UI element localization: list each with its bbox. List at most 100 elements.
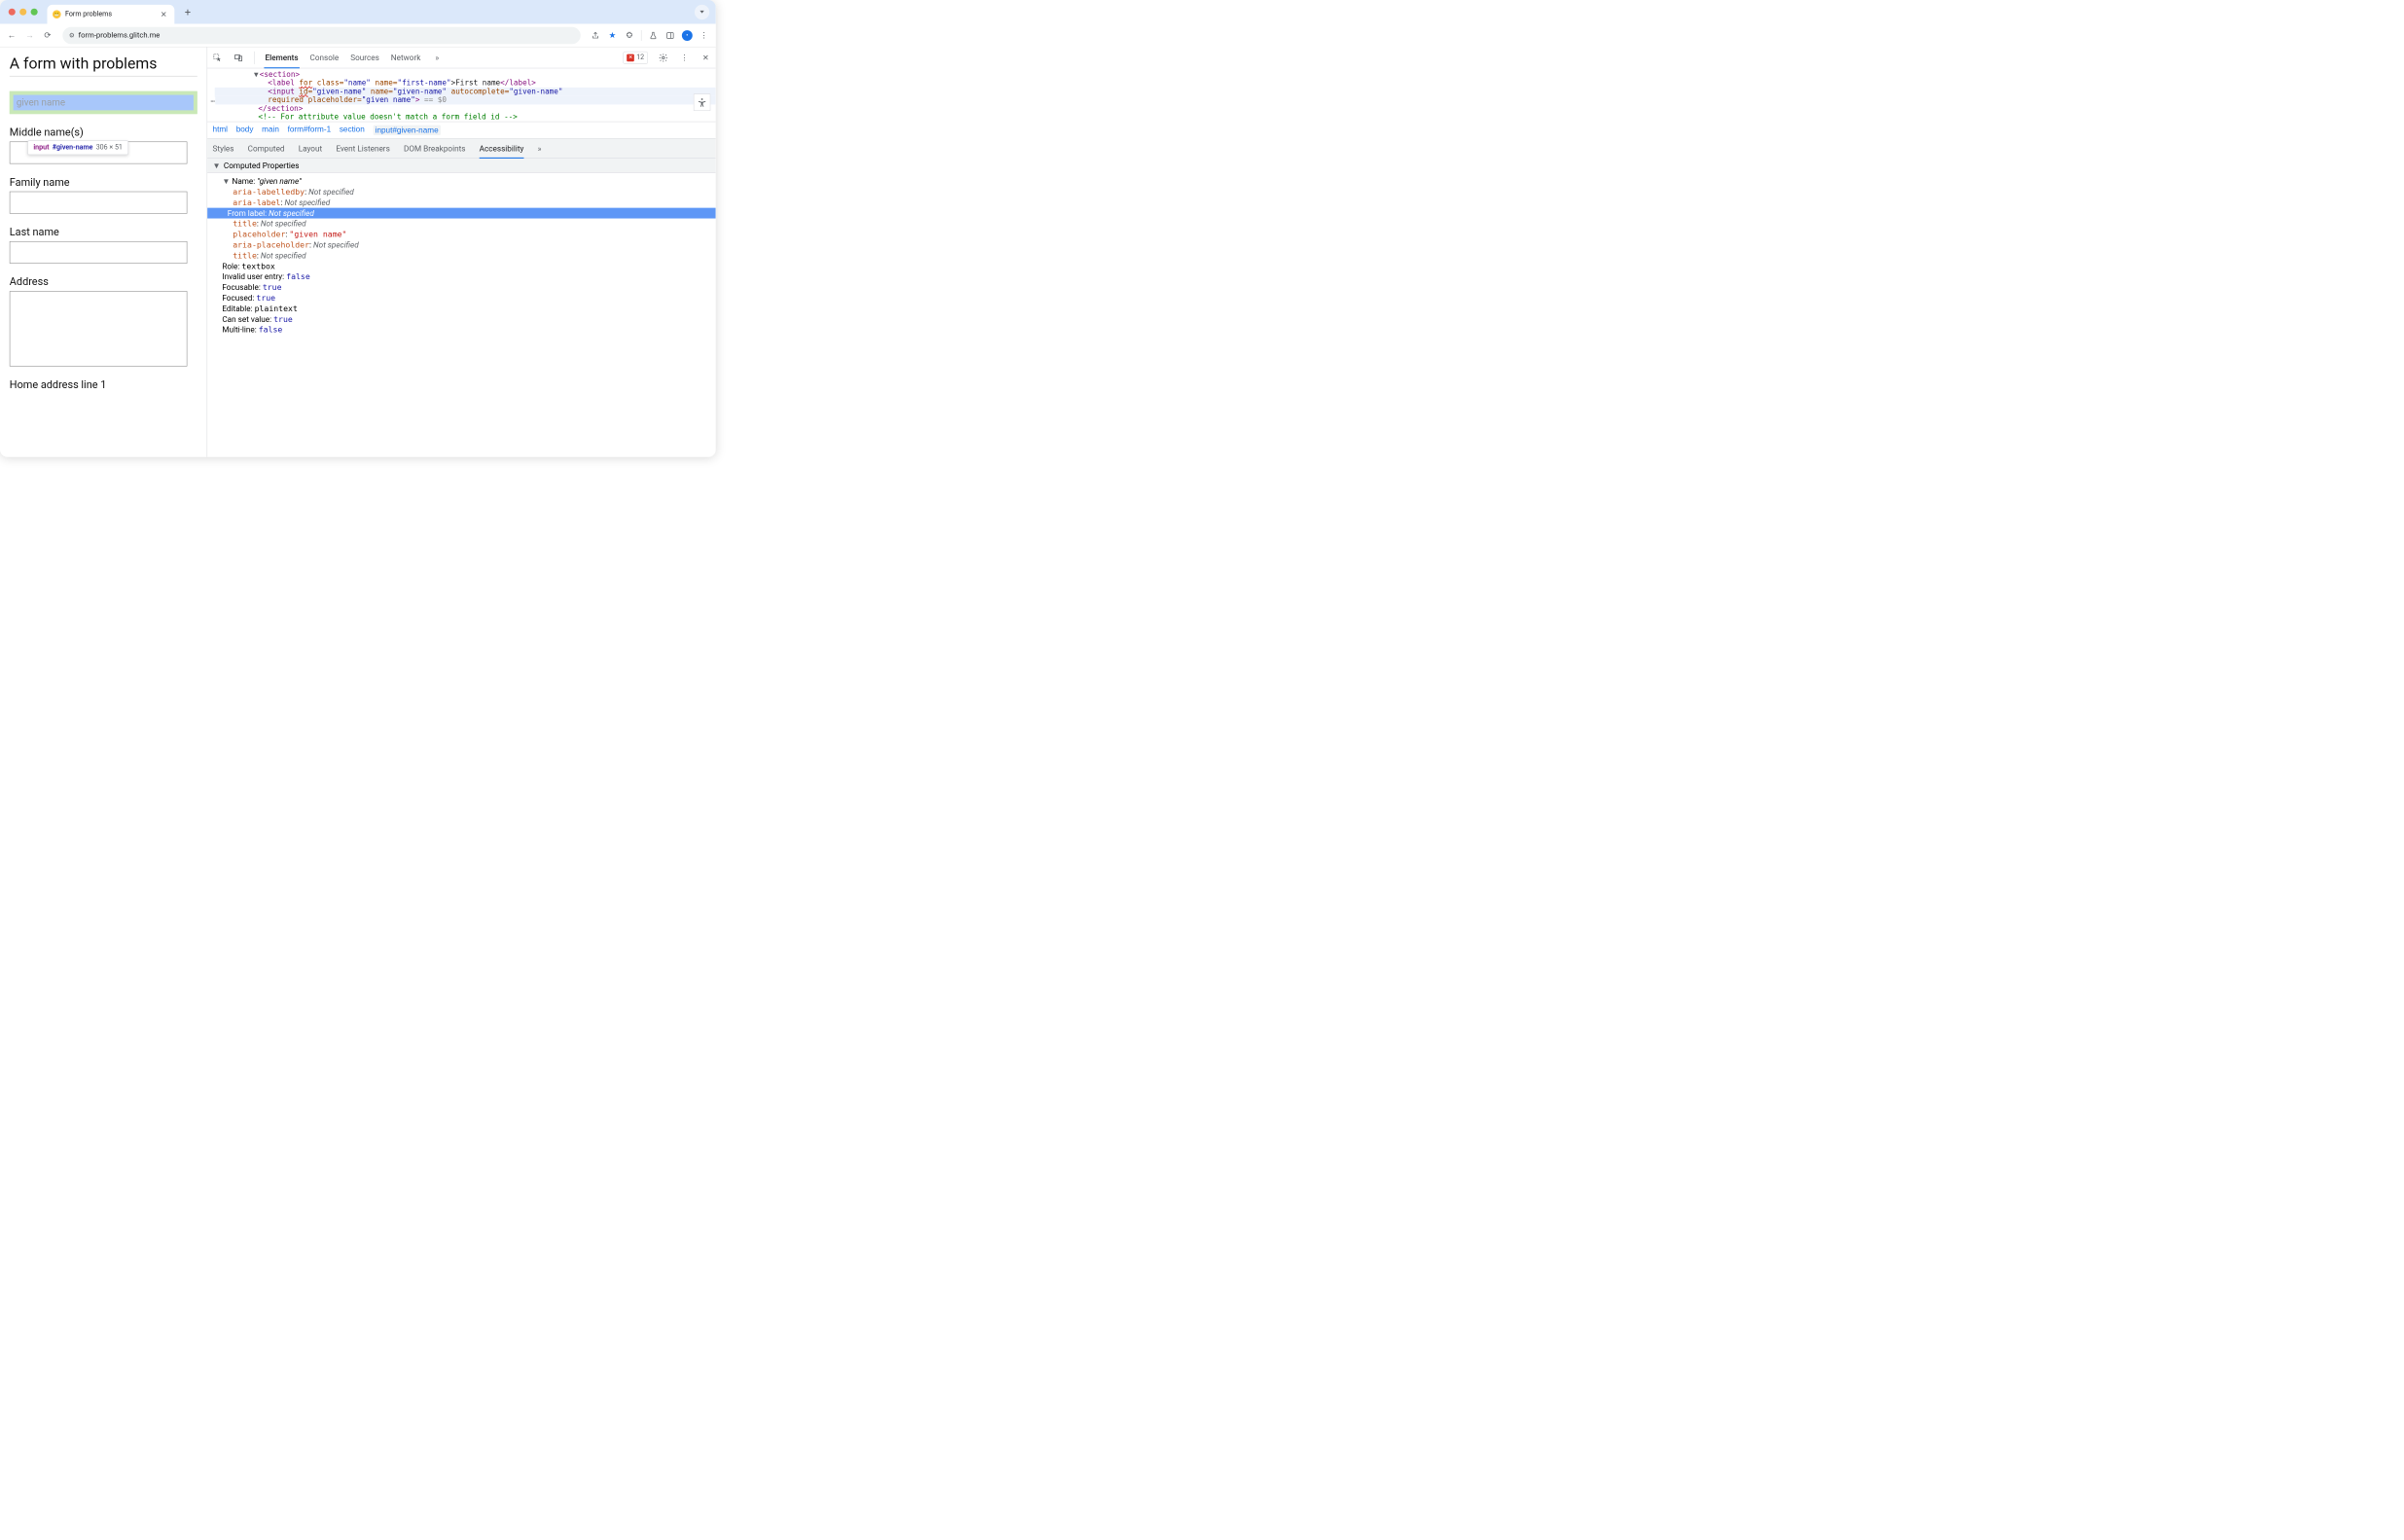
subtab-accessibility[interactable]: Accessibility: [480, 138, 524, 159]
separator: [641, 30, 642, 41]
crumb-form[interactable]: form#form-1: [288, 125, 332, 135]
kebab-menu-button[interactable]: ⋮: [697, 28, 711, 43]
chevron-down-icon: [700, 11, 703, 14]
prop-editable-label: Editable:: [222, 304, 254, 313]
close-devtools-icon[interactable]: ✕: [700, 53, 711, 62]
inspect-icon[interactable]: [211, 53, 223, 62]
prop-aria-label: aria-label: [233, 197, 280, 207]
family-name-input[interactable]: [10, 192, 188, 214]
tab-console[interactable]: Console: [308, 47, 340, 68]
maximize-window-button[interactable]: [31, 9, 38, 16]
page-content: A form with problems input#given-name 30…: [0, 48, 207, 457]
traffic-lights: [9, 9, 38, 16]
close-tab-button[interactable]: ✕: [160, 10, 168, 19]
labs-button[interactable]: [646, 28, 661, 43]
error-count-badge[interactable]: ✕ 12: [624, 52, 648, 64]
avatar-icon: •: [682, 30, 693, 41]
tab-elements[interactable]: Elements: [264, 47, 299, 68]
more-subtabs-icon[interactable]: »: [538, 144, 542, 154]
accessibility-person-icon[interactable]: [694, 93, 710, 110]
dom-tree[interactable]: ⋯ ▼<section> <label for class="name" nam…: [207, 68, 716, 122]
tab-favicon: 😬: [53, 10, 61, 18]
prop-title-2: title: [233, 251, 257, 261]
prop-title-1: title: [233, 219, 257, 229]
share-button[interactable]: [588, 28, 602, 43]
address-textarea[interactable]: [10, 291, 188, 366]
profile-button[interactable]: •: [680, 28, 695, 43]
devtools-panel: Elements Console Sources Network » ✕ 12 …: [207, 48, 716, 457]
titlebar: 😬 Form problems ✕ +: [0, 0, 716, 24]
prop-focused-value: true: [256, 293, 275, 303]
side-panel-button[interactable]: [663, 28, 677, 43]
browser-window: 😬 Form problems ✕ + ← → ⟳ ⚙ form-problem…: [0, 0, 716, 457]
tab-title: Form problems: [65, 10, 160, 18]
close-window-button[interactable]: [9, 9, 16, 16]
breadcrumb[interactable]: html body main form#form-1 section input…: [207, 122, 716, 138]
last-name-input[interactable]: [10, 241, 188, 264]
bookmark-button[interactable]: ★: [605, 28, 620, 43]
address-label: Address: [10, 275, 197, 288]
tooltip-selector: input: [33, 144, 49, 152]
prop-name-value: "given name": [257, 176, 301, 186]
attr-for: for: [299, 79, 312, 88]
prop-aria-placeholder: aria-placeholder: [233, 240, 309, 250]
prop-focusable-label: Focusable:: [222, 282, 262, 292]
middle-name-label: Middle name(s): [10, 125, 197, 138]
panel-title: Computed Properties: [224, 161, 300, 170]
browser-tab[interactable]: 😬 Form problems ✕: [48, 5, 175, 24]
crumb-body[interactable]: body: [236, 125, 254, 135]
omnibox[interactable]: ⚙ form-problems.glitch.me: [62, 27, 580, 44]
page-title: A form with problems: [10, 54, 197, 73]
prop-aria-labelledby: aria-labelledby: [233, 187, 305, 197]
prop-focused-label: Focused:: [222, 293, 256, 303]
subtab-event-listeners[interactable]: Event Listeners: [336, 138, 389, 159]
minimize-window-button[interactable]: [19, 9, 26, 16]
device-toolbar-icon[interactable]: [233, 53, 244, 62]
back-button[interactable]: ←: [4, 28, 18, 43]
prop-cansetvalue-value: true: [273, 314, 293, 324]
prop-role-label: Role:: [222, 262, 241, 271]
prop-invalid-value: false: [286, 272, 310, 282]
devtools-kebab-icon[interactable]: ⋮: [679, 53, 691, 62]
prop-from-label-highlighted[interactable]: From label: Not specified: [207, 208, 716, 219]
settings-gear-icon[interactable]: [658, 53, 669, 62]
more-tabs-icon[interactable]: »: [431, 53, 443, 62]
prop-multiline-label: Multi-line:: [222, 325, 258, 335]
prop-name-label: Name:: [232, 176, 257, 186]
extensions-button[interactable]: [622, 28, 636, 43]
home-address-1-label: Home address line 1: [10, 378, 197, 391]
devtools-subtabs: Styles Computed Layout Event Listeners D…: [207, 138, 716, 159]
new-tab-button[interactable]: +: [180, 4, 196, 19]
prop-role-value: textbox: [241, 262, 274, 271]
reload-button[interactable]: ⟳: [40, 28, 54, 43]
crumb-html[interactable]: html: [213, 125, 228, 135]
crumb-main[interactable]: main: [262, 125, 279, 135]
dom-selected-line[interactable]: <input id="given-name" name="given-name"…: [215, 88, 716, 96]
tooltip-dimensions: 306 × 51: [96, 144, 123, 152]
crumb-input[interactable]: input#given-name: [373, 125, 440, 135]
collapse-dots-icon[interactable]: ⋯: [210, 97, 215, 106]
dom-section-close: </section>: [258, 104, 303, 113]
forward-button[interactable]: →: [22, 28, 37, 43]
subtab-computed[interactable]: Computed: [248, 138, 285, 159]
given-name-input[interactable]: given name: [14, 95, 194, 111]
crumb-section[interactable]: section: [340, 125, 365, 135]
error-icon: ✕: [627, 54, 634, 61]
subtab-dom-breakpoints[interactable]: DOM Breakpoints: [404, 138, 466, 159]
tab-network[interactable]: Network: [390, 47, 422, 68]
divider: [10, 76, 197, 77]
subtab-layout[interactable]: Layout: [299, 138, 322, 159]
subtab-styles[interactable]: Styles: [213, 138, 234, 159]
url-text: form-problems.glitch.me: [79, 31, 161, 40]
tab-sources[interactable]: Sources: [349, 47, 380, 68]
site-settings-icon[interactable]: ⚙: [69, 31, 74, 39]
error-count: 12: [636, 54, 644, 61]
toolbar: ← → ⟳ ⚙ form-problems.glitch.me ★ • ⋮: [0, 24, 716, 48]
tabs-menu-button[interactable]: [695, 5, 709, 19]
prop-placeholder: placeholder: [233, 230, 285, 239]
family-name-label: Family name: [10, 175, 197, 188]
dom-section-open: <section>: [260, 70, 300, 79]
last-name-label: Last name: [10, 226, 197, 238]
panel-section-header[interactable]: ▼Computed Properties: [207, 159, 716, 173]
prop-focusable-value: true: [263, 282, 282, 292]
